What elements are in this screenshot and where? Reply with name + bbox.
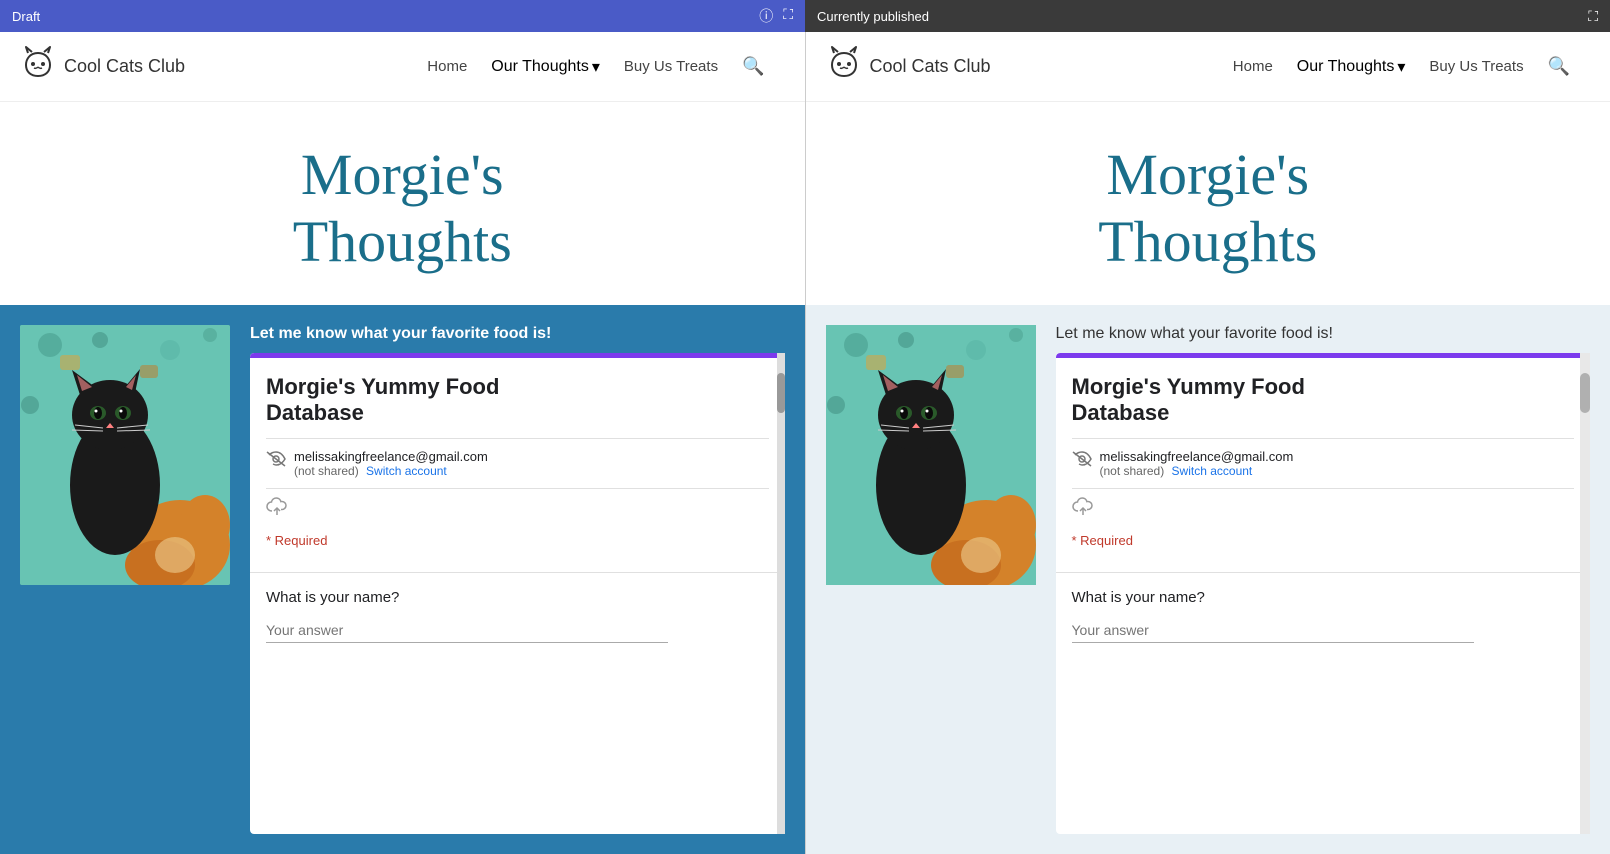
right-nav: Cool Cats Club Home Our Thoughts ▾ Buy U…	[806, 32, 1610, 102]
right-cloud-icon	[1072, 488, 1575, 529]
published-label: Currently published	[817, 9, 929, 24]
left-cat-photo	[20, 325, 230, 585]
draft-bar: Draft ⓘ ⛶	[0, 0, 805, 32]
right-answer-input[interactable]	[1072, 618, 1474, 643]
left-scroll-thumb[interactable]	[777, 373, 785, 413]
draft-label: Draft	[12, 9, 40, 24]
right-switch-account[interactable]: Switch account	[1172, 464, 1253, 478]
left-nav-thoughts[interactable]: Our Thoughts ▾	[491, 57, 600, 77]
right-form-title: Morgie's Yummy FoodDatabase	[1072, 374, 1575, 426]
left-form-area: Let me know what your favorite food is! …	[250, 325, 785, 834]
expand-icon[interactable]: ⛶	[783, 6, 793, 26]
right-form-header: Morgie's Yummy FoodDatabase	[1056, 353, 1591, 568]
right-dropdown-icon: ▾	[1397, 57, 1405, 77]
right-scroll-thumb[interactable]	[1580, 373, 1590, 413]
left-form-container: Morgie's Yummy FoodDatabase	[250, 353, 785, 834]
published-bar: Currently published ⛶	[805, 0, 1610, 32]
draft-panel: Cool Cats Club Home Our Thoughts ▾ Buy U…	[0, 32, 805, 854]
eye-slash-icon	[266, 451, 286, 472]
right-hero: Morgie'sThoughts	[806, 102, 1610, 305]
left-content-area: Let me know what your favorite food is! …	[0, 305, 805, 854]
right-eye-slash-icon	[1072, 451, 1092, 472]
left-search-icon[interactable]: 🔍	[742, 56, 764, 77]
right-form-question: What is your name?	[1056, 572, 1591, 659]
right-nav-thoughts[interactable]: Our Thoughts ▾	[1297, 57, 1406, 77]
right-hero-title: Morgie'sThoughts	[1098, 142, 1317, 275]
left-form-required: * Required	[266, 529, 769, 556]
left-form-account: melissakingfreelance@gmail.com (not shar…	[266, 438, 769, 488]
right-form-required: * Required	[1072, 529, 1575, 556]
right-nav-treats[interactable]: Buy Us Treats	[1429, 58, 1523, 75]
left-hero-title: Morgie'sThoughts	[293, 142, 512, 275]
left-answer-input[interactable]	[266, 618, 668, 643]
right-form-area: Let me know what your favorite food is! …	[1056, 325, 1591, 834]
info-icon[interactable]: ⓘ	[759, 6, 773, 26]
right-content-area: Let me know what your favorite food is! …	[806, 305, 1610, 854]
left-form-title: Morgie's Yummy FoodDatabase	[266, 374, 769, 426]
left-nav: Cool Cats Club Home Our Thoughts ▾ Buy U…	[0, 32, 805, 102]
right-cat-logo-icon	[826, 45, 862, 88]
left-scrollbar[interactable]	[777, 353, 785, 834]
right-scrollbar[interactable]	[1580, 353, 1590, 834]
left-form: Morgie's Yummy FoodDatabase	[250, 353, 785, 834]
left-cloud-icon	[266, 488, 769, 529]
right-search-icon[interactable]: 🔍	[1548, 56, 1570, 77]
right-form-prompt: Let me know what your favorite food is!	[1056, 325, 1591, 343]
right-form-account: melissakingfreelance@gmail.com (not shar…	[1072, 438, 1575, 488]
left-switch-account[interactable]: Switch account	[366, 464, 447, 478]
right-account-email: melissakingfreelance@gmail.com	[1100, 449, 1294, 464]
right-site-name: Cool Cats Club	[870, 56, 991, 77]
dropdown-icon: ▾	[592, 57, 600, 77]
right-not-shared: (not shared)	[1100, 464, 1165, 478]
left-site-name: Cool Cats Club	[64, 56, 185, 77]
left-nav-treats[interactable]: Buy Us Treats	[624, 58, 718, 75]
left-account-email: melissakingfreelance@gmail.com	[294, 449, 488, 464]
left-form-prompt: Let me know what your favorite food is!	[250, 325, 785, 343]
right-form-outer: Morgie's Yummy FoodDatabase	[1056, 353, 1591, 834]
right-logo: Cool Cats Club	[826, 45, 991, 88]
left-form-header: Morgie's Yummy FoodDatabase	[250, 353, 785, 568]
expand-icon-right[interactable]: ⛶	[1588, 8, 1598, 25]
right-cat-photo	[826, 325, 1036, 585]
right-form: Morgie's Yummy FoodDatabase	[1056, 353, 1591, 834]
published-panel: Cool Cats Club Home Our Thoughts ▾ Buy U…	[806, 32, 1610, 854]
left-nav-home[interactable]: Home	[427, 58, 467, 75]
right-nav-home[interactable]: Home	[1233, 58, 1273, 75]
right-question-text: What is your name?	[1072, 589, 1575, 606]
left-form-question: What is your name?	[250, 572, 785, 659]
left-logo: Cool Cats Club	[20, 45, 185, 88]
left-hero: Morgie'sThoughts	[0, 102, 805, 305]
left-nav-links: Home Our Thoughts ▾ Buy Us Treats 🔍	[427, 56, 764, 77]
left-question-text: What is your name?	[266, 589, 769, 606]
left-not-shared: (not shared)	[294, 464, 359, 478]
cat-logo-icon	[20, 45, 56, 88]
right-nav-links: Home Our Thoughts ▾ Buy Us Treats 🔍	[1233, 56, 1570, 77]
